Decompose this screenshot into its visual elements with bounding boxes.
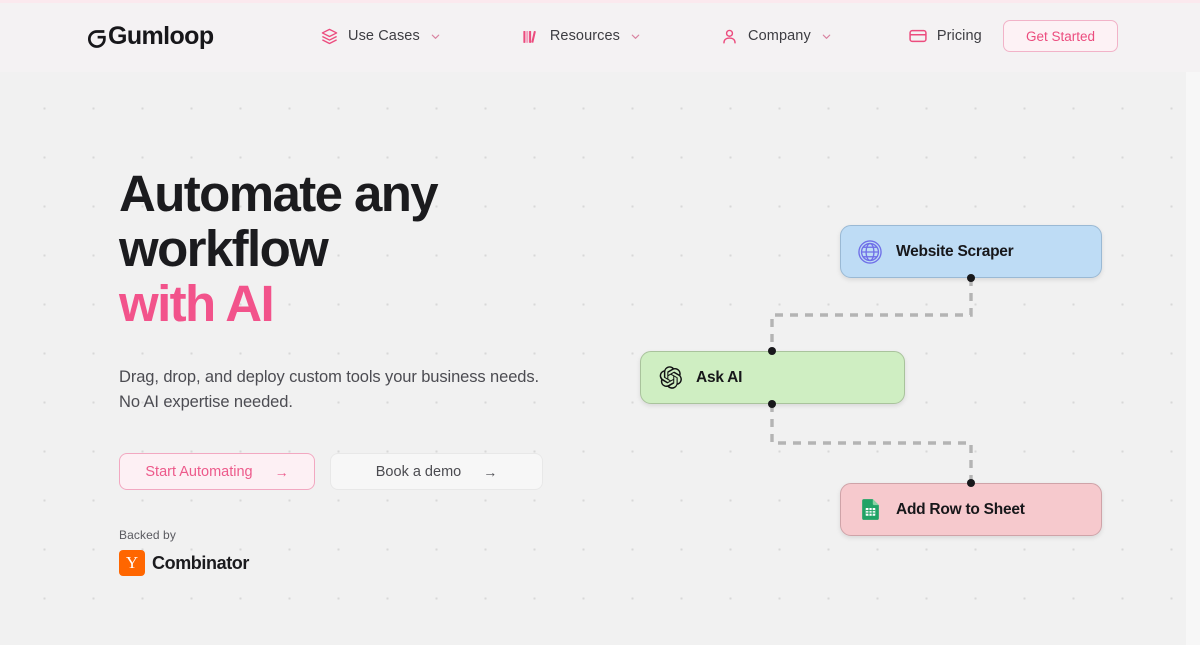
headline-accent: with AI: [119, 275, 275, 332]
brand-logo[interactable]: Gumloop: [86, 22, 214, 51]
chevron-down-icon: [630, 31, 641, 42]
get-started-label: Get Started: [1025, 28, 1095, 44]
arrow-right-icon: →: [483, 463, 498, 480]
start-automating-label: Start Automating: [145, 463, 253, 480]
books-icon: [521, 26, 541, 46]
nav-label-pricing: Pricing: [936, 28, 982, 44]
person-icon: [719, 26, 739, 46]
credit-card-icon: [908, 26, 928, 46]
site-header: Gumloop Use Cases Resources Company Pric…: [0, 0, 1200, 72]
nav-item-pricing[interactable]: Pricing: [894, 0, 996, 72]
layers-icon: [319, 26, 339, 46]
main-navigation: Use Cases Resources Company Pricing: [305, 0, 996, 72]
subtitle-line-2: No AI expertise needed.: [119, 393, 293, 411]
edge-scraper-to-askai: [770, 278, 973, 351]
port-askai-input[interactable]: [768, 347, 776, 355]
backed-by-section: Backed by Y Combinator: [119, 528, 679, 576]
chevron-down-icon: [430, 31, 441, 42]
brand-name: Gumloop: [108, 22, 214, 50]
start-automating-button[interactable]: Start Automating →: [119, 453, 315, 490]
top-accent-strip: [0, 0, 1200, 3]
cta-button-row: Start Automating → Book a demo →: [119, 453, 679, 490]
workflow-edges: [770, 278, 973, 483]
nav-label-use-cases: Use Cases: [348, 28, 420, 44]
nav-item-use-cases[interactable]: Use Cases: [305, 0, 455, 72]
port-sheet-input[interactable]: [967, 479, 975, 487]
gumloop-mark-icon: [86, 27, 107, 48]
nav-label-company: Company: [748, 28, 811, 44]
arrow-right-icon: →: [274, 463, 289, 480]
headline-line-2: workflow: [119, 220, 329, 277]
right-edge-gutter: [1186, 0, 1200, 645]
nav-item-company[interactable]: Company: [705, 0, 846, 72]
headline-line-1: Automate any: [119, 165, 439, 222]
landing-page: Gumloop Use Cases Resources Company Pric…: [0, 0, 1200, 645]
nav-item-resources[interactable]: Resources: [507, 0, 655, 72]
backed-by-label: Backed by: [119, 528, 176, 542]
edge-askai-to-sheet: [770, 404, 973, 483]
workflow-canvas: Website Scraper Ask AI Add Row to Sheet: [600, 200, 1160, 580]
hero-subtitle: Drag, drop, and deploy custom tools your…: [119, 365, 679, 415]
port-askai-output[interactable]: [768, 400, 776, 408]
y-combinator-badge-icon: Y: [119, 550, 145, 576]
page-title: Automate any workflow with AI: [119, 166, 679, 331]
book-a-demo-label: Book a demo: [375, 463, 462, 480]
y-combinator-name: Combinator: [152, 552, 249, 573]
book-a-demo-button[interactable]: Book a demo →: [330, 453, 543, 490]
nav-label-resources: Resources: [549, 28, 621, 44]
get-started-button[interactable]: Get Started: [1002, 20, 1118, 52]
port-scraper-output[interactable]: [967, 274, 975, 282]
subtitle-line-1: Drag, drop, and deploy custom tools your…: [119, 368, 539, 386]
chevron-down-icon: [821, 31, 832, 42]
hero-section: Automate any workflow with AI Drag, drop…: [119, 166, 679, 576]
y-combinator-logo: Y Combinator: [119, 550, 679, 576]
